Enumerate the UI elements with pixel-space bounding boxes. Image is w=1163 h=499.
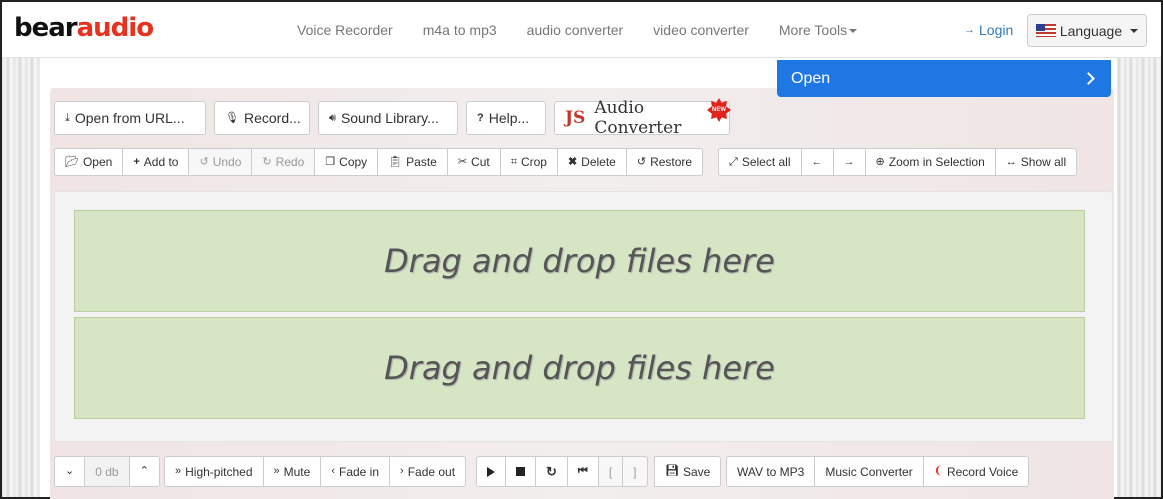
cut-button[interactable]: ✂ Cut (446, 148, 501, 176)
volume-up-button[interactable]: ⌃ (128, 456, 160, 487)
js-audio-converter-button[interactable]: JS Audio Converter NEW (554, 98, 731, 138)
record-button[interactable]: 🎙︎ Record... (214, 101, 310, 135)
nav-audio-converter[interactable]: audio converter (512, 22, 639, 38)
add-to-button[interactable]: + Add to (122, 148, 190, 176)
sign-in-icon: → (964, 23, 975, 36)
undo-icon: ↺ (199, 155, 209, 168)
refresh-icon: ↻ (546, 464, 557, 479)
chevron-right-icon (1082, 72, 1095, 85)
effects-toolbar: » High-pitched » Mute ‹ Fade in › Fade out (164, 456, 467, 487)
double-up-icon: » (175, 465, 182, 477)
side-background-left (2, 58, 40, 497)
floppy-disk-icon: 💾︎ (665, 465, 679, 477)
save-button[interactable]: 💾︎ Save (654, 456, 722, 487)
drop-zone-1[interactable]: Drag and drop files here (74, 210, 1085, 312)
links-toolbar: WAV to MP3 Music Converter ❨ Record Voice (726, 456, 1030, 487)
open-button[interactable]: 📂︎ Open (54, 148, 124, 176)
redo-icon: ↻ (262, 155, 272, 168)
us-flag-icon (1035, 24, 1056, 37)
step-backward-icon: ⏮︎ (577, 465, 588, 477)
crop-button[interactable]: ⌗ Crop (499, 148, 558, 176)
open-from-url-button[interactable]: ⤓ Open from URL... (54, 101, 206, 135)
folder-open-icon: 📂︎ (65, 155, 79, 168)
history-icon: ↺ (636, 155, 647, 168)
paste-icon: 📋︎ (388, 155, 403, 168)
angle-right-icon: › (400, 465, 404, 477)
scissors-icon: ✂ (457, 155, 468, 168)
delete-button[interactable]: ✖ Delete (556, 148, 627, 176)
restore-button[interactable]: ↺ Restore (625, 148, 704, 176)
microphone-icon: ❨ (933, 465, 943, 477)
nav-more-tools[interactable]: More Tools (764, 22, 872, 38)
selection-toolbar: ⤢ Select all ← → ⊕ Zoom in Selection ↔ Show… (718, 148, 1078, 176)
zoom-in-icon: ⊕ (875, 155, 885, 168)
volume-down-button[interactable]: ⌄ (54, 456, 86, 487)
arrow-left-icon: ← (811, 155, 823, 168)
login-link[interactable]: → Login (964, 22, 1013, 38)
zoom-selection-button[interactable]: ⊕ Zoom in Selection (864, 148, 996, 176)
drop-zone-2[interactable]: Drag and drop files here (74, 317, 1085, 419)
download-icon: ⤓ (65, 111, 70, 124)
help-button[interactable]: ? Help... (466, 101, 546, 135)
language-button[interactable]: Language (1027, 14, 1147, 47)
navbar: bearaudio Voice Recorder m4a to mp3 audi… (2, 2, 1161, 58)
edit-toolbar: 📂︎ Open + Add to ↺ Undo ↻ Redo ❐ Copy 📋︎ Paste… (54, 148, 704, 176)
volume-icon: 🔊︎ (329, 111, 336, 124)
redo-button[interactable]: ↻ Redo (251, 148, 316, 176)
nav-m4a-to-mp3[interactable]: m4a to mp3 (408, 22, 512, 38)
play-button[interactable] (476, 456, 506, 487)
angle-left-icon: ‹ (331, 465, 335, 477)
select-all-button[interactable]: ⤢ Select all (718, 148, 802, 176)
side-background-right (1113, 58, 1161, 497)
save-toolbar: 💾︎ Save (654, 456, 722, 487)
plus-icon: + (133, 155, 140, 168)
logo[interactable]: bearaudio (14, 13, 154, 43)
record-voice-button[interactable]: ❨ Record Voice (922, 456, 1030, 487)
open-popup[interactable]: Open (777, 60, 1111, 97)
show-all-button[interactable]: ↔ Show all (994, 148, 1078, 176)
crop-icon: ⌗ (510, 155, 517, 168)
caret-down-icon (1130, 28, 1139, 33)
loop-button[interactable]: ↻ (535, 456, 568, 487)
nav-voice-recorder[interactable]: Voice Recorder (282, 22, 408, 38)
fade-out-button[interactable]: › Fade out (389, 456, 467, 487)
expand-icon: ⤢ (729, 155, 738, 168)
undo-button[interactable]: ↺ Undo (188, 148, 253, 176)
waveform-area: Drag and drop files here Drag and drop f… (54, 191, 1113, 442)
wav-to-mp3-button[interactable]: WAV to MP3 (726, 456, 816, 487)
caret-down-icon (849, 29, 858, 34)
paste-button[interactable]: 📋︎ Paste (377, 148, 448, 176)
play-icon (487, 466, 495, 477)
skip-start-button[interactable]: ⏮︎ (566, 456, 599, 487)
nav-links: Voice Recorder m4a to mp3 audio converte… (282, 2, 872, 58)
volume-toolbar: ⌄ 0 db ⌃ (54, 456, 160, 487)
playback-toolbar: ↻ ⏮︎ [ ] (476, 456, 648, 487)
top-button-row: ⤓ Open from URL... 🎙︎ Record... 🔊︎ Sound Li… (54, 98, 731, 138)
arrow-right-icon: → (843, 155, 855, 168)
question-icon: ? (477, 111, 484, 124)
fade-in-button[interactable]: ‹ Fade in (320, 456, 391, 487)
music-converter-button[interactable]: Music Converter (814, 456, 924, 487)
arrows-horizontal-icon: ↔ (1005, 155, 1017, 168)
copy-icon: ❐ (325, 155, 336, 168)
chevron-up-icon: ⌃ (139, 465, 149, 477)
mute-button[interactable]: » Mute (262, 456, 322, 487)
copy-button[interactable]: ❐ Copy (314, 148, 379, 176)
db-value: 0 db (84, 456, 130, 487)
selection-end: ] (622, 456, 648, 487)
sound-library-button[interactable]: 🔊︎ Sound Library... (318, 101, 458, 135)
high-pitched-button[interactable]: » High-pitched (164, 456, 264, 487)
selection-start: [ (597, 456, 624, 487)
chevron-down-icon: ⌄ (65, 465, 75, 477)
stop-button[interactable] (505, 456, 536, 487)
double-down-icon: » (273, 465, 280, 477)
close-icon: ✖ (567, 155, 578, 168)
move-right-button[interactable]: → (832, 148, 866, 176)
microphone-icon: 🎙︎ (225, 111, 239, 124)
stop-icon (516, 467, 525, 476)
nav-video-converter[interactable]: video converter (638, 22, 764, 38)
move-left-button[interactable]: ← (800, 148, 834, 176)
